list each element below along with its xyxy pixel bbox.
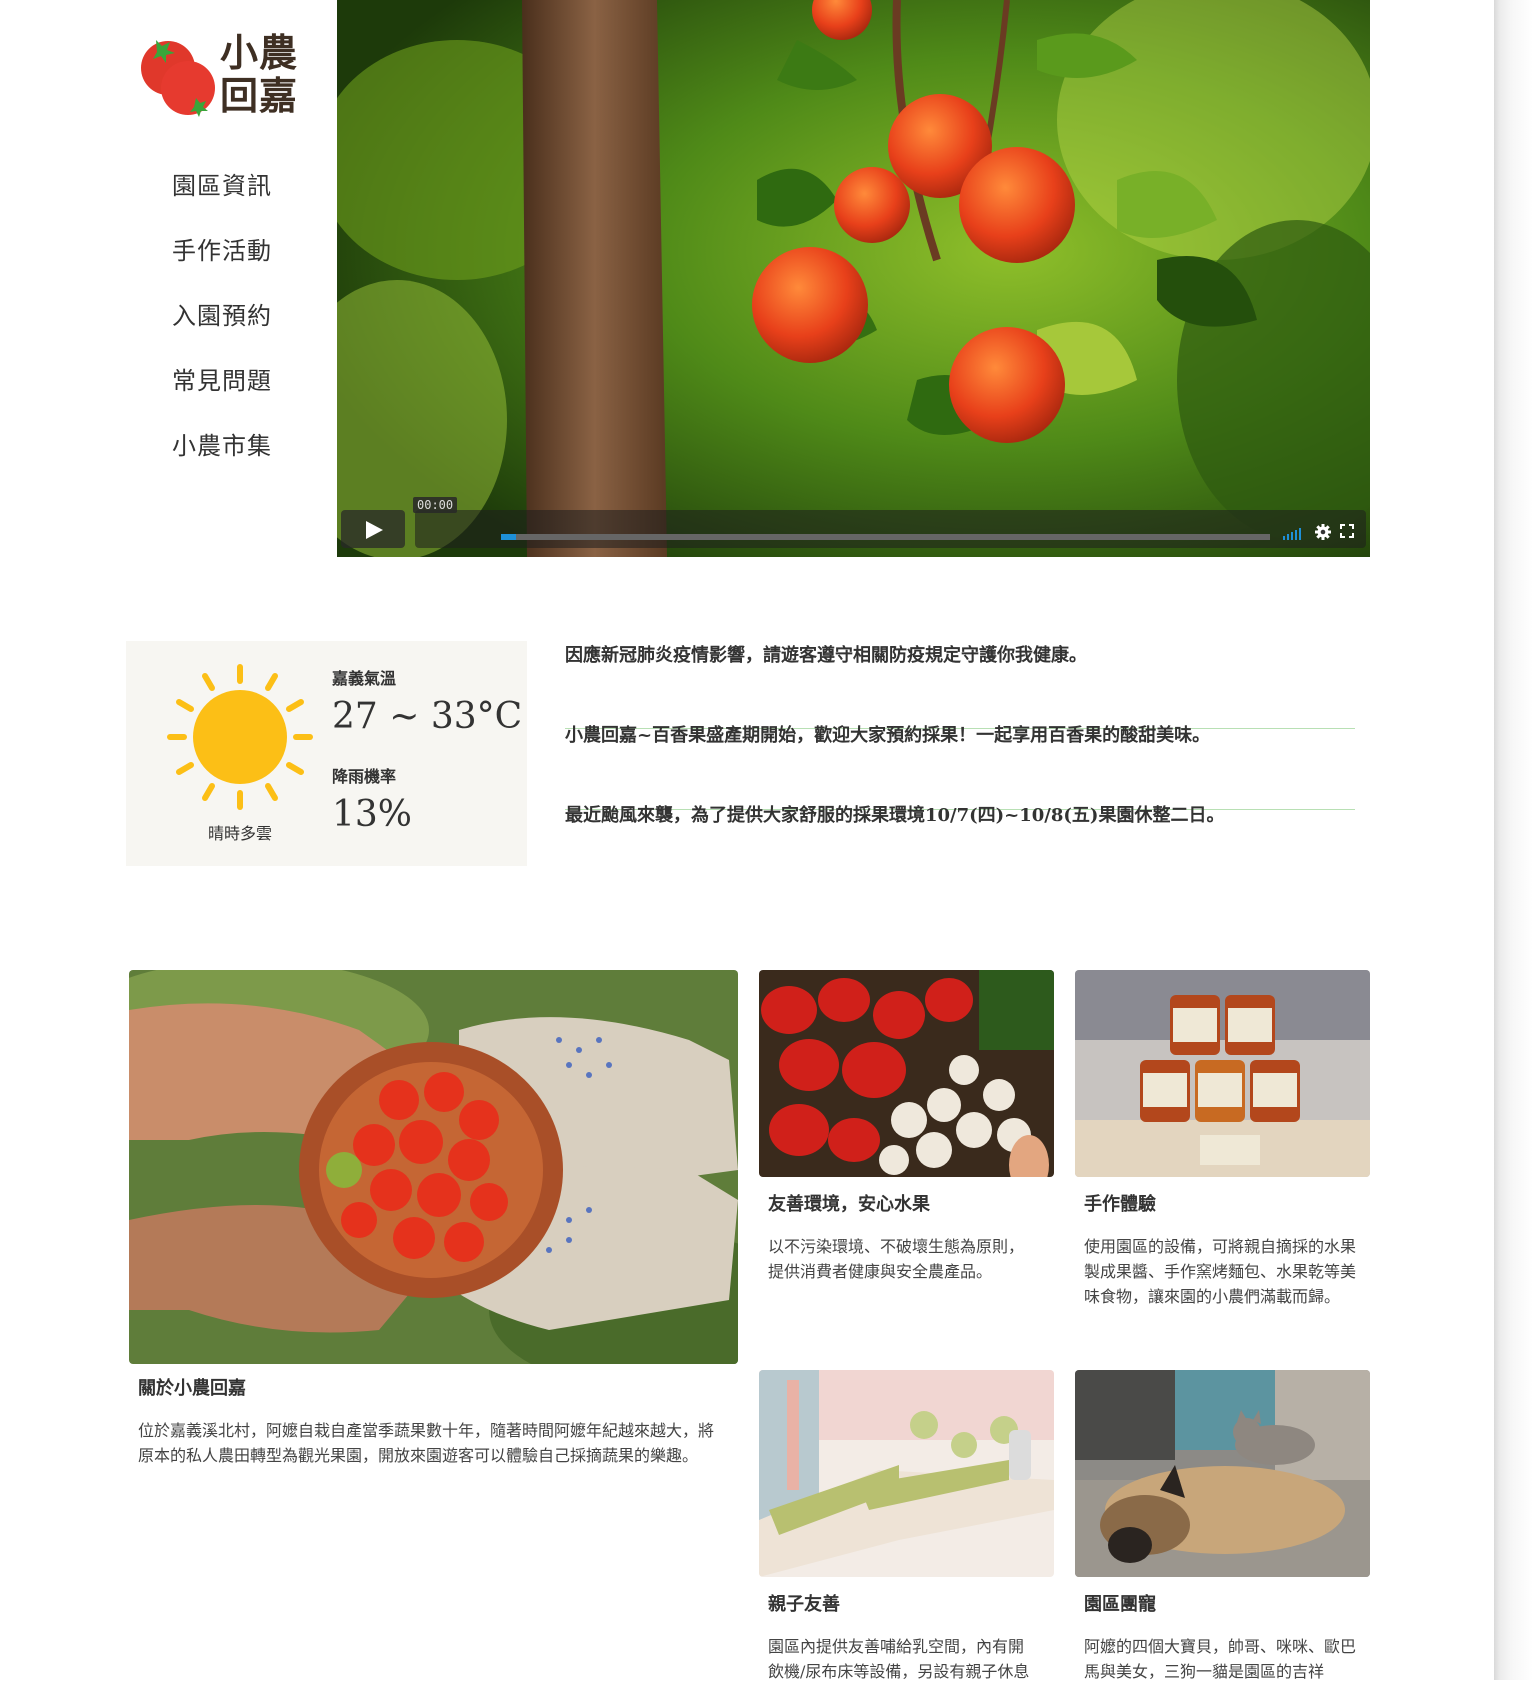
family-image[interactable]	[759, 1370, 1054, 1577]
fullscreen-icon[interactable]	[1340, 524, 1354, 538]
tomato-logo-icon	[141, 40, 215, 117]
volume-icon[interactable]	[1282, 526, 1304, 540]
main-nav: 園區資訊 手作活動 入園預約 常見問題 小農市集	[172, 165, 272, 490]
hero-video[interactable]: 00:00	[337, 0, 1370, 557]
site-logo[interactable]: 小農 回嘉	[138, 30, 308, 126]
pets-title: 園區團寵	[1084, 1594, 1156, 1615]
temperature-value: 27 ~ 33°C	[332, 696, 523, 737]
nav-item-market[interactable]: 小農市集	[172, 425, 272, 490]
sun-icon	[167, 664, 313, 810]
play-button[interactable]	[341, 510, 405, 548]
dog-and-cat-photo	[1075, 1370, 1370, 1577]
news-item[interactable]: 最近颱風來襲，為了提供大家舒服的採果環境10/7(四)~10/8(五)果園休整二…	[565, 805, 1355, 890]
rain-chance-label: 降雨機率	[332, 767, 397, 786]
pets-image[interactable]	[1075, 1370, 1370, 1577]
about-image[interactable]	[129, 970, 738, 1364]
weather-widget: 晴時多雲 嘉義氣溫 27 ~ 33°C 降雨機率 13%	[126, 641, 527, 866]
diy-image[interactable]	[1075, 970, 1370, 1177]
video-controls: 00:00	[341, 497, 1366, 548]
progress-rail[interactable]	[501, 534, 1270, 540]
nav-item-booking[interactable]: 入園預約	[172, 295, 272, 360]
news-text: 最近颱風來襲，為了提供大家舒服的採果環境10/7(四)~10/8(五)果園休整二…	[565, 805, 1225, 826]
nursing-room-photo	[759, 1370, 1054, 1577]
news-item[interactable]: 小農回嘉~百香果盛產期開始，歡迎大家預約採果！一起享用百香果的酸甜美味。	[565, 725, 1355, 809]
nav-item-faq[interactable]: 常見問題	[172, 360, 272, 425]
vegetables-photo	[759, 970, 1054, 1177]
gear-icon[interactable]	[1314, 523, 1332, 541]
news-text: 因應新冠肺炎疫情影響，請遊客遵守相關防疫規定守護你我健康。	[565, 645, 1087, 666]
eco-text: 以不污染環境、不破壞生態為原則，提供消費者健康與安全農產品。	[768, 1237, 1025, 1281]
nav-item-diy-activities[interactable]: 手作活動	[172, 230, 272, 295]
logo-line-1: 小農	[220, 31, 299, 75]
page-edge-shadow	[1494, 0, 1533, 1680]
diy-title: 手作體驗	[1084, 1194, 1156, 1215]
rain-chance-value: 13%	[332, 794, 413, 835]
pets-text: 阿嬤的四個大寶貝，帥哥、咪咪、歐巴馬與美女，三狗一貓是園區的吉祥	[1084, 1637, 1357, 1681]
progress-track[interactable]	[415, 510, 1366, 548]
about-title: 關於小農回嘉	[138, 1378, 246, 1399]
progress-fill	[501, 534, 517, 540]
eco-title: 友善環境，安心水果	[768, 1194, 930, 1215]
news-text: 小農回嘉~百香果盛產期開始，歡迎大家預約採果！一起享用百香果的酸甜美味。	[565, 725, 1211, 746]
nav-item-park-info[interactable]: 園區資訊	[172, 165, 272, 230]
eco-image[interactable]	[759, 970, 1054, 1177]
temperature-label: 嘉義氣溫	[332, 669, 397, 688]
family-title: 親子友善	[768, 1594, 840, 1615]
peach-tree-image	[337, 0, 1370, 557]
logo-wordmark: 小農 回嘉	[220, 32, 298, 118]
logo-line-2: 回嘉	[220, 74, 299, 118]
news-item[interactable]: 因應新冠肺炎疫情影響，請遊客遵守相關防疫規定守護你我健康。	[565, 645, 1355, 728]
weather-condition: 晴時多雲	[207, 824, 272, 843]
family-text: 園區內提供友善哺給乳空間，內有開飲機/尿布床等設備，另設有親子休息	[768, 1637, 1030, 1681]
tomato-bowl-photo	[129, 970, 738, 1364]
jam-jars-photo	[1075, 970, 1370, 1177]
diy-text: 使用園區的設備，可將親自摘採的水果製成果醬、手作窯烤麵包、水果乾等美味食物，讓來…	[1084, 1237, 1357, 1306]
about-text: 位於嘉義溪北村，阿嬤自栽自產當季蔬果數十年，隨著時間阿嬤年紀越來越大，將原本的私…	[138, 1421, 715, 1465]
news-list: 因應新冠肺炎疫情影響，請遊客遵守相關防疫規定守護你我健康。 小農回嘉~百香果盛產…	[565, 645, 1355, 890]
video-time: 00:00	[413, 497, 458, 513]
